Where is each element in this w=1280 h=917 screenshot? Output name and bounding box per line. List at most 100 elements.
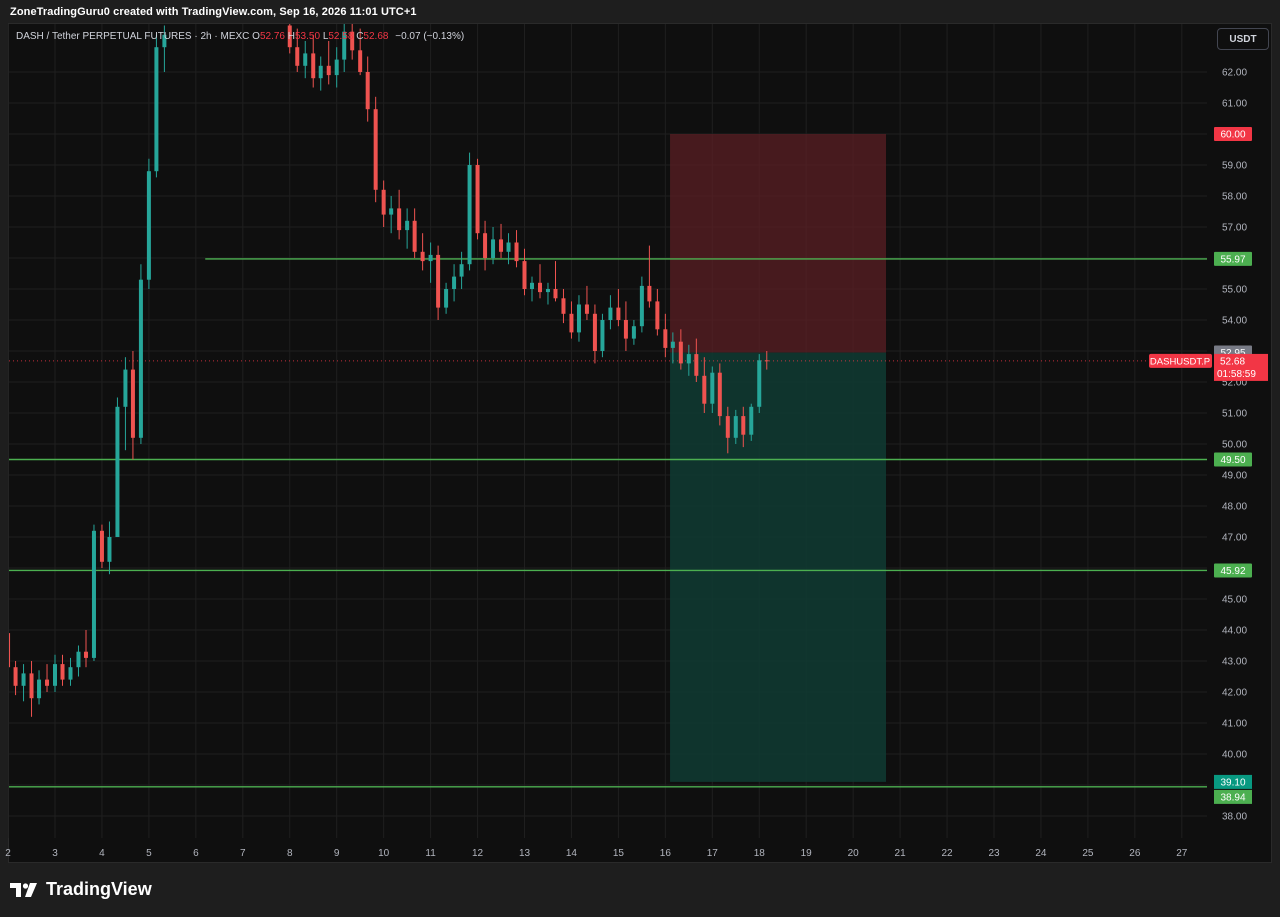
candle-body: [76, 651, 81, 668]
candle-body: [452, 276, 457, 289]
candle-body: [295, 47, 300, 66]
price-tick-label: 54.00: [1222, 316, 1247, 327]
plot-area: [9, 24, 1207, 788]
time-tick-label: 21: [895, 848, 907, 859]
time-axis: 2 3 4 5 6 7 8 9 10 11 12 13 14 15 16 17 18 19 20 21 22 23 24 25…: [5, 848, 1188, 859]
level-price-tag: 45.92: [1220, 566, 1245, 577]
candle-body: [420, 251, 425, 262]
candle-body: [584, 304, 589, 314]
candle-body: [326, 65, 331, 76]
candle-body: [83, 651, 88, 658]
candle-body: [428, 254, 433, 262]
price-tick-label: 44.00: [1222, 626, 1247, 637]
price-tick-label: 40.00: [1222, 750, 1247, 761]
candle-body: [725, 416, 730, 438]
candle-body: [130, 369, 135, 438]
candle-body: [749, 406, 754, 435]
time-tick-label: 4: [99, 848, 105, 859]
time-tick-label: 2: [5, 848, 11, 859]
time-tick-label: 9: [334, 848, 340, 859]
candle-body: [68, 667, 73, 680]
symbol-legend: DASH / Tether PERPETUAL FUTURES · 2h · M…: [16, 31, 464, 42]
candle-body: [21, 673, 26, 686]
high-value: 53.50: [295, 31, 321, 42]
time-tick-label: 15: [613, 848, 625, 859]
candle-body: [146, 171, 151, 280]
time-tick-label: 20: [848, 848, 860, 859]
time-tick-label: 17: [707, 848, 719, 859]
candle-body: [608, 307, 613, 320]
candle-body: [623, 320, 628, 339]
candle-body: [91, 530, 96, 658]
candle-body: [561, 298, 566, 314]
candle-body: [467, 165, 472, 265]
candle-body: [99, 530, 104, 562]
time-tick-label: 18: [754, 848, 766, 859]
candle-body: [576, 304, 581, 333]
level-price-tag: 38.94: [1220, 792, 1245, 803]
price-tick-label: 38.00: [1222, 812, 1247, 823]
candle-body: [45, 679, 50, 686]
open-value: 52.76: [259, 31, 285, 42]
time-tick-label: 14: [566, 848, 578, 859]
candle-body: [334, 59, 339, 76]
candle-body: [733, 416, 738, 438]
time-tick-label: 8: [287, 848, 293, 859]
time-tick-label: 26: [1129, 848, 1141, 859]
candle-body: [358, 50, 363, 72]
time-tick-label: 11: [425, 848, 436, 859]
time-tick-label: 5: [146, 848, 152, 859]
candle-body: [37, 679, 42, 699]
candle-body: [29, 673, 34, 699]
candle-body: [381, 189, 386, 215]
open-label: O: [252, 31, 260, 42]
candle-body: [639, 285, 644, 327]
candle-body: [60, 664, 65, 680]
price-tick-label: 62.00: [1222, 68, 1247, 79]
time-tick-label: 16: [660, 848, 672, 859]
low-value: 52.58: [328, 31, 354, 42]
currency-button[interactable]: USDT: [1217, 28, 1269, 50]
candle-body: [303, 53, 308, 66]
candle-body: [663, 329, 668, 348]
candle-body: [13, 667, 18, 686]
tradingview-brand: TradingView: [46, 879, 152, 899]
price-tick-label: 48.00: [1222, 502, 1247, 513]
symbol-title: DASH / Tether PERPETUAL FUTURES · 2h · M…: [16, 31, 250, 42]
price-tick-label: 47.00: [1222, 533, 1247, 544]
candle-body: [107, 537, 112, 562]
tradingview-logo[interactable]: TradingView: [10, 879, 152, 900]
time-tick-label: 19: [801, 848, 813, 859]
time-tick-label: 7: [240, 848, 246, 859]
candle-body: [647, 285, 652, 302]
candle-body: [123, 369, 128, 407]
candle-body: [459, 264, 464, 277]
candle-body: [412, 220, 417, 252]
time-tick-label: 12: [472, 848, 484, 859]
price-tick-label: 42.00: [1222, 688, 1247, 699]
stop-loss-zone: [670, 134, 887, 353]
candle-body: [569, 313, 574, 333]
time-tick-label: 27: [1176, 848, 1188, 859]
candle-body: [154, 47, 159, 172]
candle-body: [53, 664, 57, 686]
candle-body: [616, 307, 621, 320]
candle-body: [475, 165, 480, 234]
candle-body: [717, 372, 722, 417]
candle-body: [318, 65, 323, 79]
tradingview-logo-icon: [10, 882, 37, 897]
candle-body: [530, 282, 535, 289]
time-tick-label: 13: [519, 848, 531, 859]
candles: [9, 24, 769, 717]
price-tick-label: 58.00: [1222, 192, 1247, 203]
level-price-tag: 49.50: [1220, 455, 1245, 466]
candle-body: [311, 53, 316, 79]
candle-body: [405, 220, 410, 231]
candle-body: [631, 326, 636, 339]
candle-body: [389, 208, 394, 215]
stop-price-tag: 60.00: [1220, 130, 1245, 141]
price-axis: 38.0039.0040.0041.0042.0043.0044.0045.00…: [1222, 68, 1247, 823]
candlestick-chart[interactable]: 38.0039.0040.0041.0042.0043.0044.0045.00…: [0, 0, 1280, 917]
symbol-tag: DASHUSDT.P: [1150, 356, 1210, 367]
candle-body: [686, 354, 691, 364]
